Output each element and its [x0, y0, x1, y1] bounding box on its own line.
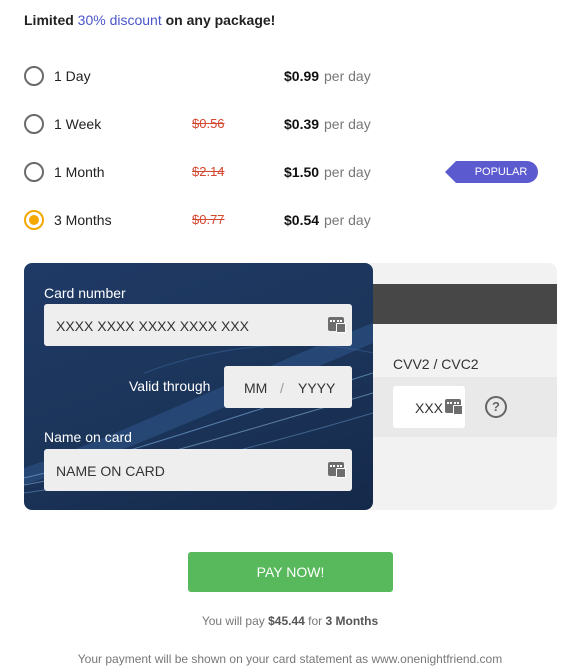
card-number-input[interactable]: XXXX XXXX XXXX XXXX XXX	[44, 304, 352, 346]
cvv-label: CVV2 / CVC2	[393, 356, 479, 372]
radio-3-months[interactable]	[24, 210, 44, 230]
plan-label: 1 Month	[54, 164, 105, 180]
summary-middle: for	[304, 614, 326, 628]
card-number-placeholder: XXXX XXXX XXXX XXXX XXX	[56, 318, 249, 334]
radio-1-day[interactable]	[24, 66, 44, 86]
plan-old-price: $0.56	[192, 116, 225, 131]
name-on-card-placeholder: NAME ON CARD	[56, 463, 165, 479]
plan-label: 3 Months	[54, 212, 112, 228]
cvv-input[interactable]: XXX	[393, 386, 465, 428]
plan-old-price: $0.77	[192, 212, 225, 227]
card-icon	[328, 462, 346, 478]
headline-suffix: on any package!	[161, 12, 276, 28]
plan-label: 1 Day	[54, 68, 91, 84]
help-icon[interactable]: ?	[485, 396, 507, 418]
expiry-separator: /	[280, 380, 284, 396]
plan-price: $0.39	[284, 116, 320, 132]
pay-now-button[interactable]: PAY NOW!	[188, 552, 393, 592]
popular-badge: POPULAR	[445, 161, 538, 183]
plan-option-1-day[interactable]: 1 Day $0.99 per day	[24, 64, 554, 88]
discount-headline: Limited 30% discount on any package!	[24, 12, 275, 28]
card-front: Card number XXXX XXXX XXXX XXXX XXX Vali…	[24, 263, 373, 510]
plan-price: $1.50	[284, 164, 320, 180]
plan-unit: per day	[324, 116, 371, 132]
summary-package: 3 Months	[325, 614, 379, 628]
cvv-placeholder: XXX	[415, 400, 444, 416]
name-on-card-label: Name on card	[44, 429, 132, 445]
card-icon	[328, 317, 346, 333]
expiry-month-placeholder: MM	[244, 380, 268, 396]
plan-label: 1 Week	[54, 116, 102, 132]
radio-1-week[interactable]	[24, 114, 44, 134]
plan-option-3-months[interactable]: 3 Months $0.77 $0.54 per day	[24, 208, 554, 232]
card-icon	[445, 399, 463, 415]
headline-accent: 30% discount	[77, 12, 162, 28]
valid-through-label: Valid through	[129, 378, 211, 394]
name-on-card-input[interactable]: NAME ON CARD	[44, 449, 352, 491]
magnetic-stripe	[370, 284, 557, 324]
plan-unit: per day	[324, 68, 371, 84]
radio-1-month[interactable]	[24, 162, 44, 182]
summary-prefix: You will pay	[201, 614, 269, 628]
expiry-input[interactable]: MM / YYYY	[224, 366, 352, 408]
statement-note: Your payment will be shown on your card …	[77, 652, 503, 666]
headline-prefix: Limited	[24, 12, 78, 28]
plan-unit: per day	[324, 212, 371, 228]
payment-summary: You will pay $45.44 for 3 Months	[0, 614, 580, 628]
card-number-label: Card number	[44, 285, 126, 301]
plan-price: $0.54	[284, 212, 320, 228]
plan-price: $0.99	[284, 68, 320, 84]
summary-amount: $45.44	[268, 614, 305, 628]
plan-old-price: $2.14	[192, 164, 225, 179]
expiry-year-placeholder: YYYY	[298, 380, 336, 396]
plan-option-1-week[interactable]: 1 Week $0.56 $0.39 per day	[24, 112, 554, 136]
plan-unit: per day	[324, 164, 371, 180]
